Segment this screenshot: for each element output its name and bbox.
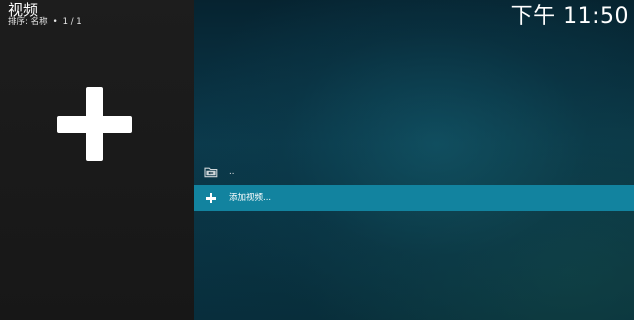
sort-info[interactable]: 排序: 名称 • 1 / 1 [8, 17, 82, 28]
list-item-label: .. [229, 167, 235, 177]
sort-label: 排序: 名称 [8, 17, 48, 27]
separator-dot: • [52, 17, 58, 27]
list-item-add-videos[interactable]: 添加视频... [194, 185, 634, 211]
folder-back-icon [204, 167, 218, 178]
file-list: .. 添加视频... [194, 159, 634, 211]
list-item-label: 添加视频... [229, 193, 272, 203]
add-videos-plus-icon [57, 87, 132, 161]
plus-icon [206, 193, 216, 203]
left-panel: 视频 排序: 名称 • 1 / 1 [0, 0, 194, 320]
clock: 下午 11:50 [510, 4, 629, 29]
list-item-parent-folder[interactable]: .. [194, 159, 634, 185]
page-counter: 1 / 1 [62, 17, 82, 27]
